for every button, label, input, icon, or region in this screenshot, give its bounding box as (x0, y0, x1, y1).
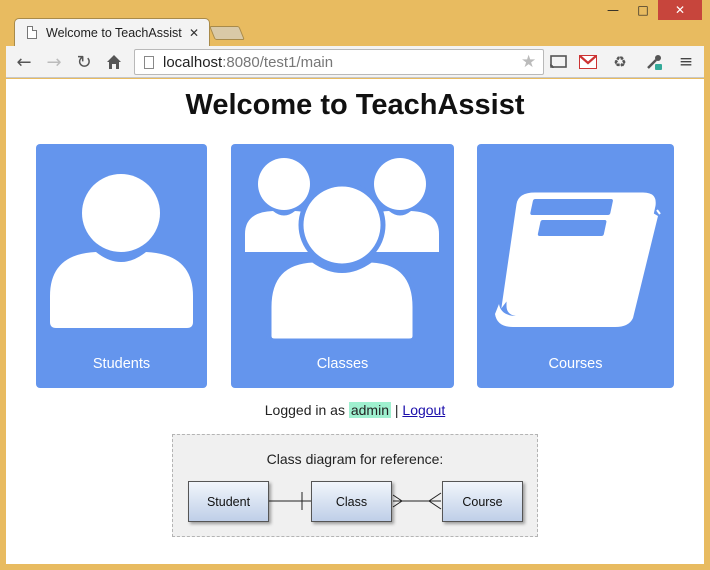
close-window-icon[interactable]: ✕ (658, 0, 702, 20)
tile-students[interactable]: Students (36, 144, 207, 388)
uml-class-course: Course (442, 481, 523, 522)
page-content: Welcome to TeachAssist Students Classes (6, 79, 704, 564)
logged-in-user: admin (348, 402, 391, 418)
book-icon (495, 189, 661, 327)
window-controls: — □ ✕ (598, 0, 702, 22)
page-title: Welcome to TeachAssist (185, 89, 525, 121)
close-tab-icon[interactable]: ✕ (189, 26, 203, 40)
url-text[interactable]: localhost:8080/test1/main (163, 54, 521, 71)
recycle-icon[interactable]: ♻ (608, 51, 632, 73)
back-arrow-icon[interactable]: ← (12, 51, 36, 73)
tile-classes[interactable]: Classes (231, 144, 454, 388)
login-prefix: Logged in as (264, 402, 345, 418)
maximize-icon[interactable]: □ (628, 0, 658, 20)
login-status: Logged in as admin | Logout (6, 402, 704, 418)
browser-tab[interactable]: Welcome to TeachAssist ✕ (14, 18, 210, 46)
forward-arrow-icon[interactable]: → (42, 51, 66, 73)
logout-link[interactable]: Logout (402, 402, 445, 418)
cast-icon[interactable] (546, 51, 570, 73)
minimize-icon[interactable]: — (598, 0, 628, 20)
tile-classes-label: Classes (316, 356, 369, 372)
browser-toolbar: ← → ↻ localhost:8080/test1/main ★ ♻ ≡ (6, 46, 704, 78)
tile-courses[interactable]: Courses (477, 144, 674, 388)
class-diagram: Class diagram for reference: Student Cla… (172, 434, 538, 537)
home-icon[interactable] (102, 51, 126, 73)
page-icon (27, 26, 37, 39)
uml-class-class: Class (311, 481, 392, 522)
reload-icon[interactable]: ↻ (72, 51, 96, 73)
group-icon (245, 158, 439, 344)
page-info-icon (144, 55, 154, 69)
tab-title: Welcome to TeachAssist (46, 25, 182, 40)
address-bar[interactable]: localhost:8080/test1/main ★ (134, 49, 544, 75)
new-tab-button[interactable] (209, 26, 245, 40)
eyedropper-icon[interactable] (642, 51, 666, 73)
uml-class-student: Student (188, 481, 269, 522)
tile-students-label: Students (92, 356, 151, 372)
menu-icon[interactable]: ≡ (674, 51, 698, 73)
tile-courses-label: Courses (548, 356, 603, 372)
gmail-icon[interactable] (576, 51, 600, 73)
login-separator: | (394, 402, 399, 418)
person-icon (50, 174, 193, 328)
bookmark-star-icon[interactable]: ★ (521, 52, 543, 72)
